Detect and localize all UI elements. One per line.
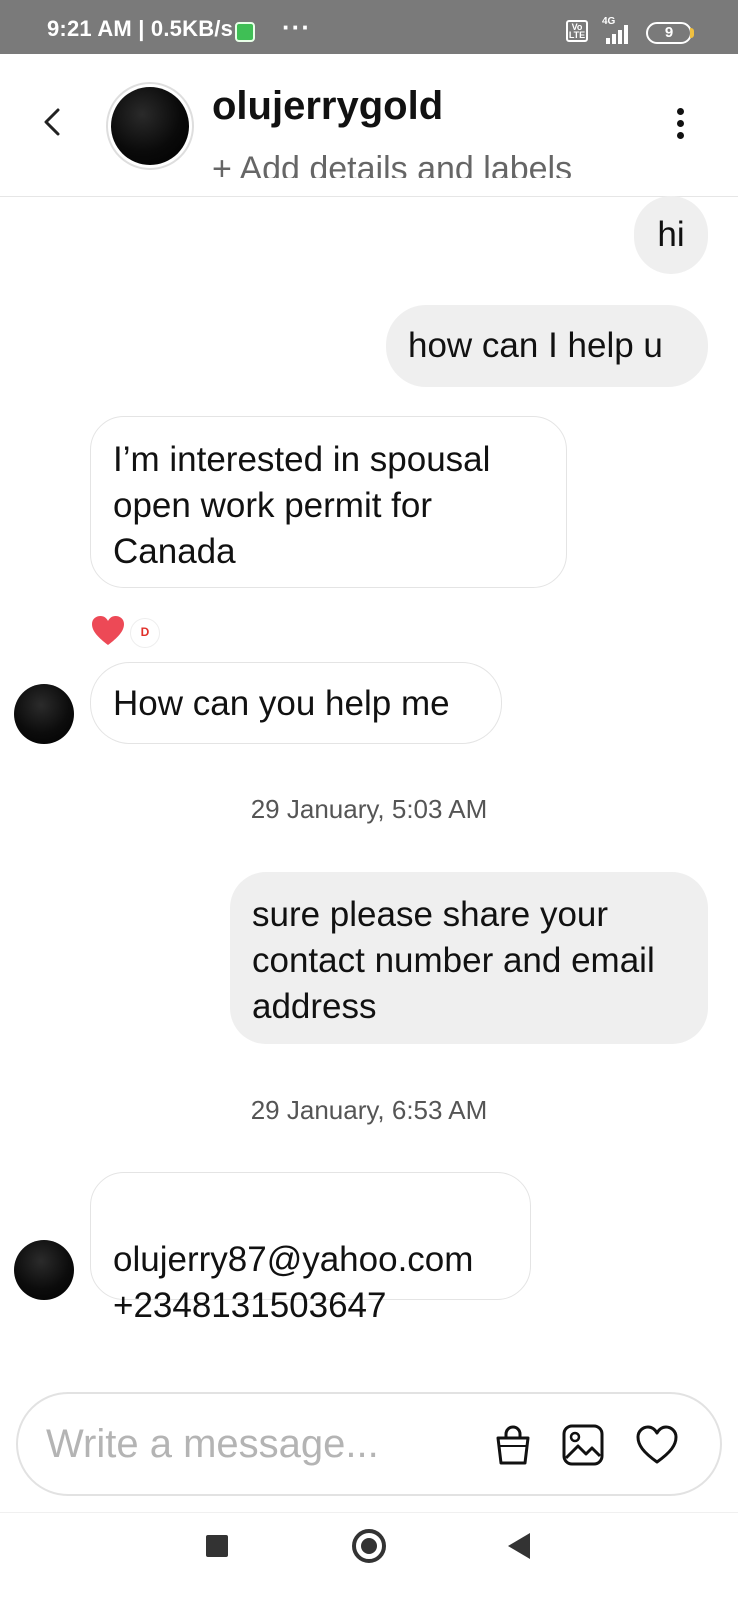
more-notifications-icon: ··· [282,12,311,42]
message-timestamp: 29 January, 6:53 AM [250,1095,488,1125]
message-bubble-outgoing[interactable]: how can I help u [386,305,708,387]
more-options-icon[interactable] [668,108,692,144]
shopping-bag-icon[interactable] [490,1422,536,1468]
notification-app-icon [235,22,255,42]
message-text: hi [657,215,685,254]
volte-icon: Vo LTE [566,20,588,42]
message-text: How can you help me [113,684,450,723]
sender-avatar[interactable] [14,1240,74,1300]
message-bubble-incoming[interactable]: olujerry87@yahoo.com +2348131503647 [90,1172,531,1325]
signal-icon [606,25,628,44]
recents-button[interactable] [206,1535,228,1557]
system-navigation-bar [0,1512,738,1600]
add-details-link[interactable]: + Add details and labels [212,144,662,178]
message-timestamp: 29 January, 5:03 AM [250,794,488,824]
system-back-button[interactable] [508,1533,530,1559]
heart-reaction-icon[interactable] [90,615,126,647]
message-text: sure please share your contact number an… [252,895,655,1026]
status-time: 9:21 AM | 0.5KB/s [47,16,234,41]
profile-avatar[interactable] [106,82,194,170]
home-button[interactable] [352,1529,386,1563]
message-bubble-incoming[interactable]: I’m interested in spousal open work perm… [90,416,567,588]
message-text: olujerry87@yahoo.com +2348131503647 [113,1240,474,1325]
message-text: I’m interested in spousal open work perm… [113,440,491,571]
sticker-reaction-icon[interactable]: D [130,618,160,648]
avatar-image [111,87,189,165]
message-bubble-outgoing[interactable]: sure please share your contact number an… [230,872,708,1044]
message-composer [16,1392,722,1496]
message-input[interactable] [46,1416,466,1472]
gallery-icon[interactable] [560,1422,606,1468]
contact-username[interactable]: olujerrygold [212,84,443,129]
back-arrow-icon[interactable] [36,104,72,140]
status-bar: 9:21 AM | 0.5KB/s ··· Vo LTE 4G 9 [0,0,738,54]
battery-cap [690,28,694,38]
sender-avatar[interactable] [14,684,74,744]
message-text: how can I help u [408,326,663,365]
battery-icon: 9 [646,22,692,44]
message-bubble-outgoing[interactable]: hi [634,196,708,274]
chat-header: olujerrygold + Add details and labels [0,54,738,197]
heart-icon[interactable] [634,1422,680,1468]
message-bubble-incoming[interactable]: How can you help me [90,662,502,744]
